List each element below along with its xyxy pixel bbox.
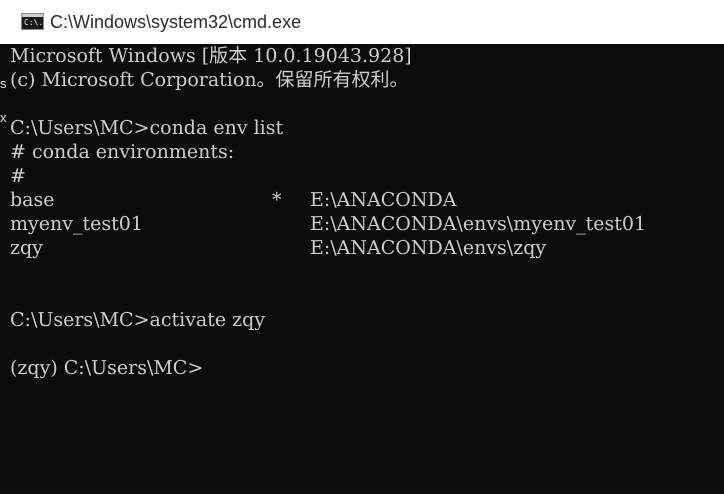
console-icon[interactable]: C:\. [21, 13, 44, 30]
env-row: myenv_test01 E:\ANACONDA\envs\myenv_test… [10, 212, 724, 236]
env-row: base * E:\ANACONDA [10, 188, 724, 212]
env-path: E:\ANACONDA [310, 189, 457, 211]
console-line-command-activate: C:\Users\MC>activate zqy [10, 309, 266, 331]
env-name: base [10, 189, 55, 211]
console-icon-bar [22, 14, 43, 17]
env-path: E:\ANACONDA\envs\myenv_test01 [310, 213, 647, 235]
env-row: zqy E:\ANACONDA\envs\zqy [10, 236, 724, 260]
console-line-hash: # [10, 165, 26, 187]
edge-fragment: x [0, 110, 7, 125]
console-line-os-version: Microsoft Windows [版本 10.0.19043.928] [10, 45, 412, 67]
console-output[interactable]: Microsoft Windows [版本 10.0.19043.928] (c… [10, 44, 724, 494]
edge-fragment: s [0, 76, 7, 91]
console-line-command-env-list: C:\Users\MC>conda env list [10, 117, 284, 139]
cmd-window: C:\. C:\Windows\system32\cmd.exe s x Mic… [0, 0, 724, 494]
env-name: zqy [10, 237, 43, 259]
env-active-marker: * [272, 189, 282, 211]
console-line-copyright: (c) Microsoft Corporation。保留所有权利。 [10, 69, 409, 91]
env-name: myenv_test01 [10, 213, 143, 235]
console-icon-label: C:\. [24, 18, 44, 27]
background-window-edge: s x [0, 44, 9, 494]
console-line-env-header: # conda environments: [10, 141, 235, 163]
window-title: C:\Windows\system32\cmd.exe [50, 12, 302, 32]
title-bar[interactable]: C:\. C:\Windows\system32\cmd.exe [0, 0, 724, 44]
console-prompt[interactable]: (zqy) C:\Users\MC> [10, 356, 724, 380]
env-path: E:\ANACONDA\envs\zqy [310, 237, 547, 259]
